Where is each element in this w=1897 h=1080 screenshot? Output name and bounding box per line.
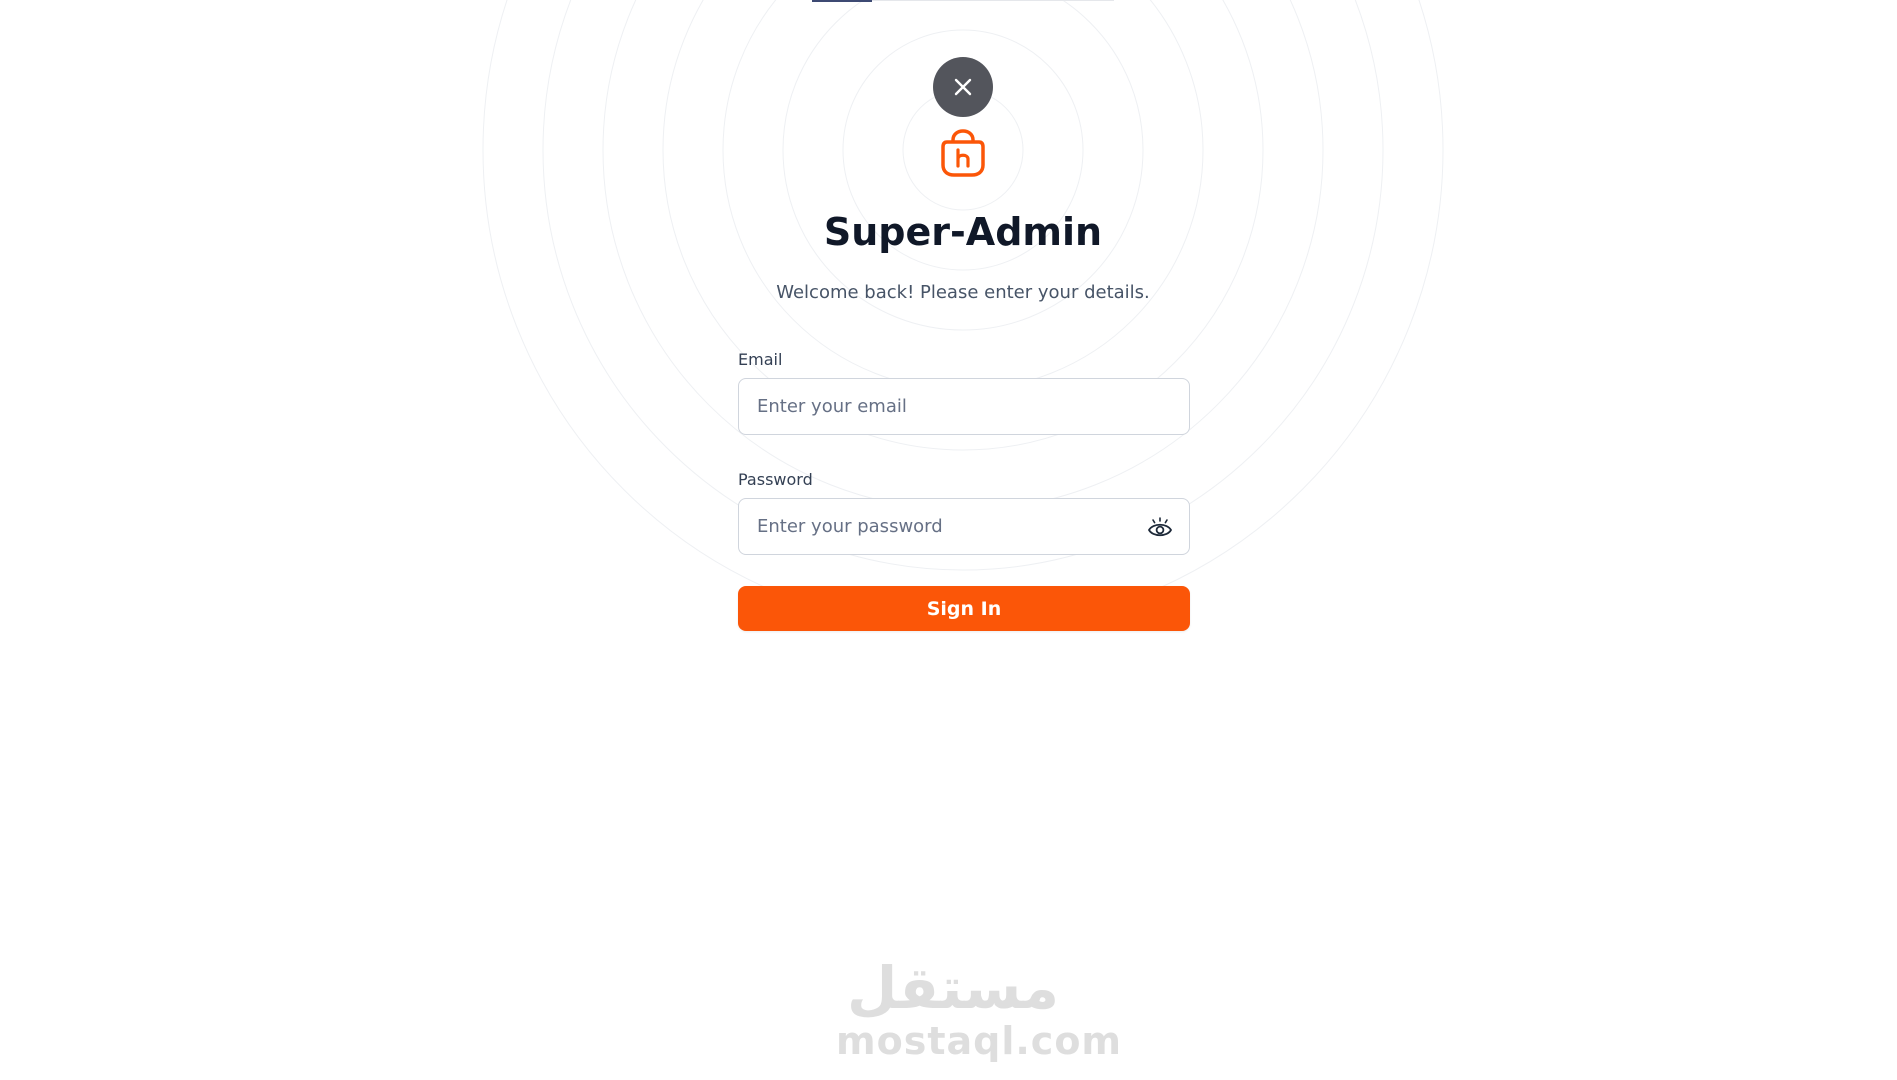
page-subtitle: Welcome back! Please enter your details. — [776, 282, 1150, 303]
page-title: Super-Admin — [823, 210, 1103, 254]
login-form: Email Password Sign In — [738, 350, 1190, 631]
email-field[interactable] — [739, 379, 1189, 434]
progress-indicator — [812, 0, 1114, 2]
sign-in-button[interactable]: Sign In — [738, 586, 1190, 631]
close-button[interactable] — [933, 57, 993, 117]
close-icon — [954, 78, 972, 96]
password-field[interactable] — [739, 499, 1189, 554]
watermark-arabic: مستقل — [846, 954, 1060, 1022]
progress-indicator-active — [812, 0, 872, 2]
watermark-latin: mostaql.com — [836, 1019, 1123, 1063]
shopping-bag-h-icon — [941, 129, 985, 177]
toggle-password-visibility-button[interactable] — [1147, 515, 1173, 541]
password-label: Password — [738, 470, 813, 489]
password-field-wrapper — [738, 498, 1190, 555]
email-field-wrapper — [738, 378, 1190, 435]
email-label: Email — [738, 350, 783, 369]
login-page: Super-Admin Welcome back! Please enter y… — [0, 0, 1897, 1080]
watermark-logo: مستقل mostaql.com — [836, 954, 1123, 1070]
eye-icon — [1148, 517, 1172, 537]
